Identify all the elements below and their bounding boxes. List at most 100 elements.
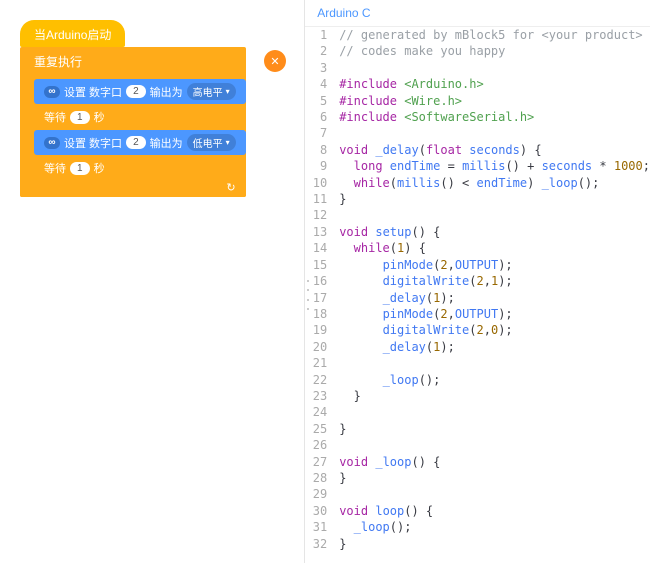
code-text: _delay(1);	[335, 290, 455, 306]
code-text: void setup() {	[335, 224, 440, 240]
line-number: 25	[305, 421, 335, 437]
block-set-digital-low[interactable]: ∞ 设置 数字口 2 输出为 低电平	[34, 130, 246, 155]
code-line: 31 _loop();	[305, 519, 650, 535]
line-number: 29	[305, 486, 335, 502]
block-wait-1[interactable]: 等待 1 秒	[34, 105, 115, 129]
code-line: 21	[305, 355, 650, 371]
code-text: // codes make you happy	[335, 43, 505, 59]
line-number: 8	[305, 142, 335, 158]
code-line: 19 digitalWrite(2,0);	[305, 322, 650, 338]
code-line: 27void _loop() {	[305, 454, 650, 470]
code-text: }	[335, 388, 361, 404]
block-wait-2[interactable]: 等待 1 秒	[34, 156, 115, 180]
code-line: 22 _loop();	[305, 372, 650, 388]
line-number: 23	[305, 388, 335, 404]
wait-label-prefix: 等待	[44, 160, 66, 176]
dropdown-label: 低电平	[193, 135, 223, 150]
c-block-forever[interactable]: 重复执行 ∞ 设置 数字口 2 输出为 高电平 等待 1 秒	[20, 47, 246, 197]
code-text	[335, 60, 346, 76]
wait-label-suffix: 秒	[94, 109, 105, 125]
c-block-body: ∞ 设置 数字口 2 输出为 高电平 等待 1 秒 ∞ 设置 数字口 2	[34, 76, 246, 183]
code-line: 15 pinMode(2,OUTPUT);	[305, 257, 650, 273]
code-text: _loop();	[335, 372, 440, 388]
line-number: 1	[305, 27, 335, 43]
code-line: 16 digitalWrite(2,1);	[305, 273, 650, 289]
code-line: 32}	[305, 536, 650, 552]
code-line: 24	[305, 404, 650, 420]
line-number: 30	[305, 503, 335, 519]
level-dropdown-low[interactable]: 低电平	[187, 134, 236, 151]
line-number: 16	[305, 273, 335, 289]
dropdown-label: 高电平	[193, 84, 223, 99]
code-line: 14 while(1) {	[305, 240, 650, 256]
line-number: 24	[305, 404, 335, 420]
cmd-label-suffix: 输出为	[150, 84, 183, 100]
line-number: 12	[305, 207, 335, 223]
code-text: while(1) {	[335, 240, 426, 256]
code-text: while(millis() < endTime) _loop();	[335, 175, 599, 191]
code-text: _loop();	[335, 519, 411, 535]
code-text	[335, 207, 346, 223]
code-line: 17 _delay(1);	[305, 290, 650, 306]
line-number: 19	[305, 322, 335, 338]
line-number: 28	[305, 470, 335, 486]
code-text	[335, 437, 346, 453]
line-number: 32	[305, 536, 335, 552]
line-number: 4	[305, 76, 335, 92]
code-line: 23 }	[305, 388, 650, 404]
infinity-icon: ∞	[44, 86, 60, 98]
c-block-label: 重复执行	[34, 55, 82, 69]
code-text: void _delay(float seconds) {	[335, 142, 541, 158]
blocks-stack[interactable]: 当Arduino启动 重复执行 ∞ 设置 数字口 2 输出为 高电平 等待	[20, 20, 304, 197]
code-text	[335, 404, 346, 420]
level-dropdown-high[interactable]: 高电平	[187, 83, 236, 100]
line-number: 14	[305, 240, 335, 256]
code-line: 12	[305, 207, 650, 223]
code-line: 4#include <Arduino.h>	[305, 76, 650, 92]
code-line: 20 _delay(1);	[305, 339, 650, 355]
pin-input[interactable]: 2	[126, 136, 146, 149]
infinity-icon: ∞	[44, 137, 60, 149]
wait-label-suffix: 秒	[94, 160, 105, 176]
line-number: 13	[305, 224, 335, 240]
close-icon: ✕	[270, 55, 279, 68]
cmd-label-prefix: 设置 数字口	[64, 84, 122, 100]
code-line: 29	[305, 486, 650, 502]
line-number: 17	[305, 290, 335, 306]
pin-input[interactable]: 2	[126, 85, 146, 98]
line-number: 27	[305, 454, 335, 470]
wait-label-prefix: 等待	[44, 109, 66, 125]
line-number: 10	[305, 175, 335, 191]
code-line: 3	[305, 60, 650, 76]
line-number: 26	[305, 437, 335, 453]
code-line: 26	[305, 437, 650, 453]
line-number: 9	[305, 158, 335, 174]
code-editor[interactable]: 1// generated by mBlock5 for <your produ…	[305, 27, 650, 563]
code-text: #include <Arduino.h>	[335, 76, 484, 92]
wait-input[interactable]: 1	[70, 111, 90, 124]
cmd-label-suffix: 输出为	[150, 135, 183, 151]
line-number: 22	[305, 372, 335, 388]
code-text: }	[335, 536, 346, 552]
code-text: void loop() {	[335, 503, 433, 519]
code-text: // generated by mBlock5 for <your produc…	[335, 27, 642, 43]
line-number: 11	[305, 191, 335, 207]
line-number: 3	[305, 60, 335, 76]
code-text: }	[335, 421, 346, 437]
code-line: 2// codes make you happy	[305, 43, 650, 59]
code-line: 28}	[305, 470, 650, 486]
code-line: 11}	[305, 191, 650, 207]
blocks-canvas[interactable]: 当Arduino启动 重复执行 ∞ 设置 数字口 2 输出为 高电平 等待	[0, 0, 304, 563]
line-number: 20	[305, 339, 335, 355]
code-pane: Arduino C 1// generated by mBlock5 for <…	[304, 0, 650, 563]
line-number: 2	[305, 43, 335, 59]
code-text	[335, 125, 346, 141]
line-number: 6	[305, 109, 335, 125]
hat-block-arduino-start[interactable]: 当Arduino启动	[20, 20, 125, 47]
wait-input[interactable]: 1	[70, 162, 90, 175]
code-text: _delay(1);	[335, 339, 455, 355]
line-number: 18	[305, 306, 335, 322]
block-set-digital-high[interactable]: ∞ 设置 数字口 2 输出为 高电平	[34, 79, 246, 104]
close-button[interactable]: ✕	[264, 50, 286, 72]
code-text: pinMode(2,OUTPUT);	[335, 257, 512, 273]
